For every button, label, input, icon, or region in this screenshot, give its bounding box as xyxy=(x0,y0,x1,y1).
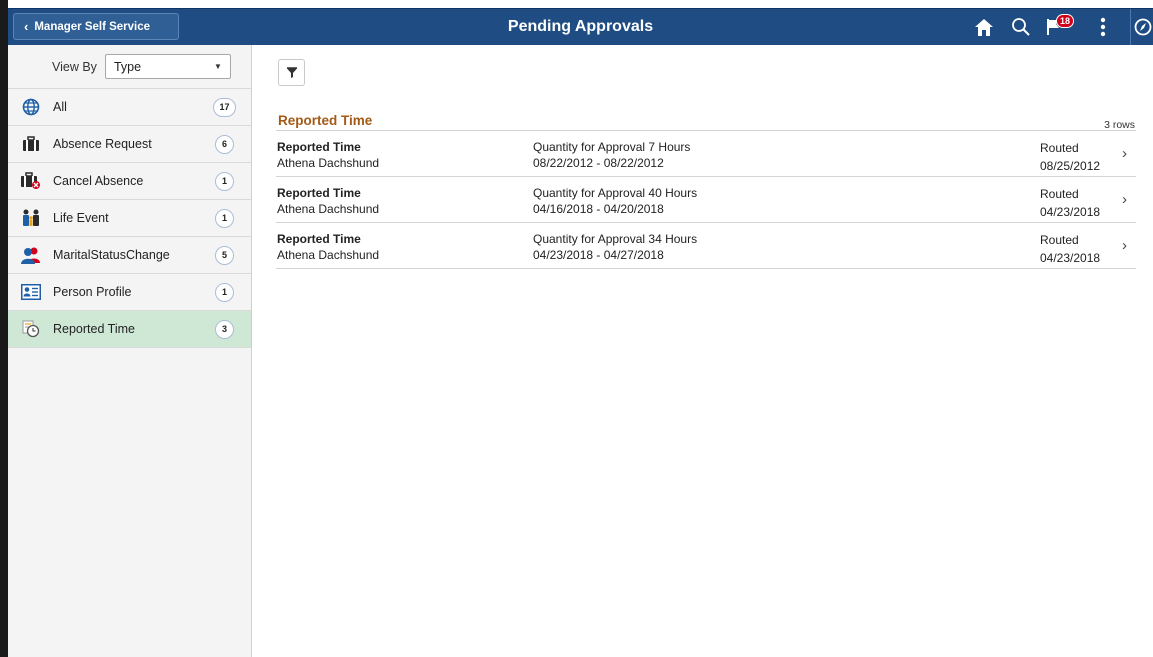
sidebar-item-absence-request[interactable]: Absence Request 6 xyxy=(8,126,251,163)
item-status: Routed xyxy=(1040,141,1079,155)
count-badge: 5 xyxy=(215,245,234,265)
top-banner: ‹ Manager Self Service Pending Approvals… xyxy=(8,8,1153,46)
item-date-range: 08/22/2012 - 08/22/2012 xyxy=(533,156,664,170)
filter-button[interactable] xyxy=(278,59,305,86)
item-status-date: 04/23/2018 xyxy=(1040,251,1101,265)
item-quantity: Quantity for Approval 40 Hours xyxy=(533,186,698,200)
home-icon[interactable] xyxy=(973,15,995,39)
item-person: Athena Dachshund xyxy=(277,202,380,216)
sidebar-item-marital-status-change[interactable]: MaritalStatusChange 5 xyxy=(8,237,251,274)
briefcase-icon xyxy=(8,136,53,152)
item-date-range: 04/16/2018 - 04/20/2018 xyxy=(533,202,664,216)
sidebar-item-person-profile[interactable]: Person Profile 1 xyxy=(8,274,251,311)
item-title-block: Reported Time Athena Dachshund xyxy=(277,139,379,171)
item-status-block: Routed 04/23/2018 xyxy=(1040,231,1100,267)
view-by-select[interactable]: Type ▼ xyxy=(104,54,231,79)
sidebar-item-cancel-absence[interactable]: Cancel Absence 1 xyxy=(8,163,251,200)
family-icon xyxy=(8,209,53,227)
sidebar-item-all[interactable]: All 17 xyxy=(8,89,251,126)
item-details: Quantity for Approval 40 Hours 04/16/201… xyxy=(533,185,697,217)
item-status: Routed xyxy=(1040,233,1079,247)
count-badge: 6 xyxy=(215,134,234,154)
window-edge xyxy=(0,0,8,657)
item-status-block: Routed 04/23/2018 xyxy=(1040,185,1100,221)
item-date-range: 04/23/2018 - 04/27/2018 xyxy=(533,248,664,262)
main-content: Reported Time 3 rows Reported Time Athen… xyxy=(253,45,1153,657)
profile-card-icon xyxy=(8,284,53,300)
item-type: Reported Time xyxy=(277,232,361,246)
count-badge: 1 xyxy=(215,171,234,191)
briefcase-cancel-icon xyxy=(8,172,53,190)
globe-icon xyxy=(8,98,53,116)
people-icon xyxy=(8,247,53,264)
item-status-date: 08/25/2012 xyxy=(1040,159,1101,173)
dropdown-arrow-icon: ▼ xyxy=(214,62,222,71)
back-button[interactable]: ‹ Manager Self Service xyxy=(13,13,179,40)
item-title-block: Reported Time Athena Dachshund xyxy=(277,231,379,263)
item-quantity: Quantity for Approval 7 Hours xyxy=(533,140,691,154)
view-by-label: View By xyxy=(52,59,97,74)
chevron-right-icon: › xyxy=(1122,191,1127,208)
item-type: Reported Time xyxy=(277,186,361,200)
item-status-block: Routed 08/25/2012 xyxy=(1040,139,1100,175)
item-person: Athena Dachshund xyxy=(277,248,380,262)
back-button-label: Manager Self Service xyxy=(34,20,151,33)
item-details: Quantity for Approval 7 Hours 08/22/2012… xyxy=(533,139,690,171)
section-title: Reported Time xyxy=(278,113,373,128)
count-badge: 3 xyxy=(215,319,234,339)
sidebar: View By Type ▼ All 17 Absence Request 6 xyxy=(8,45,252,657)
item-type: Reported Time xyxy=(277,140,361,154)
navigator-compass-icon[interactable] xyxy=(1133,15,1153,39)
navbar-divider xyxy=(1130,9,1131,46)
list-item[interactable]: Reported Time Athena Dachshund Quantity … xyxy=(276,223,1136,269)
item-details: Quantity for Approval 34 Hours 04/23/201… xyxy=(533,231,697,263)
list-item[interactable]: Reported Time Athena Dachshund Quantity … xyxy=(276,131,1136,177)
count-badge: 1 xyxy=(215,208,234,228)
view-by-value: Type xyxy=(113,59,142,74)
approvals-list: Reported Time Athena Dachshund Quantity … xyxy=(276,130,1136,269)
item-quantity: Quantity for Approval 34 Hours xyxy=(533,232,698,246)
search-icon[interactable] xyxy=(1010,15,1032,39)
sidebar-item-life-event[interactable]: Life Event 1 xyxy=(8,200,251,237)
item-status-date: 04/23/2018 xyxy=(1040,205,1101,219)
notifications-flag-icon[interactable]: 18 xyxy=(1044,14,1078,39)
notification-count-badge: 18 xyxy=(1056,14,1075,28)
more-actions-icon[interactable] xyxy=(1095,15,1111,39)
view-by-bar: View By Type ▼ xyxy=(8,45,251,89)
chevron-right-icon: › xyxy=(1122,237,1127,254)
timesheet-clock-icon xyxy=(8,320,53,338)
item-status: Routed xyxy=(1040,187,1079,201)
chevron-right-icon: › xyxy=(1122,145,1127,162)
chevron-left-icon: ‹ xyxy=(24,19,29,34)
sidebar-item-reported-time[interactable]: Reported Time 3 xyxy=(8,311,251,348)
list-item[interactable]: Reported Time Athena Dachshund Quantity … xyxy=(276,177,1136,223)
count-badge: 17 xyxy=(213,97,236,117)
item-title-block: Reported Time Athena Dachshund xyxy=(277,185,379,217)
count-badge: 1 xyxy=(215,282,234,302)
item-person: Athena Dachshund xyxy=(277,156,380,170)
filter-funnel-icon xyxy=(286,66,297,78)
